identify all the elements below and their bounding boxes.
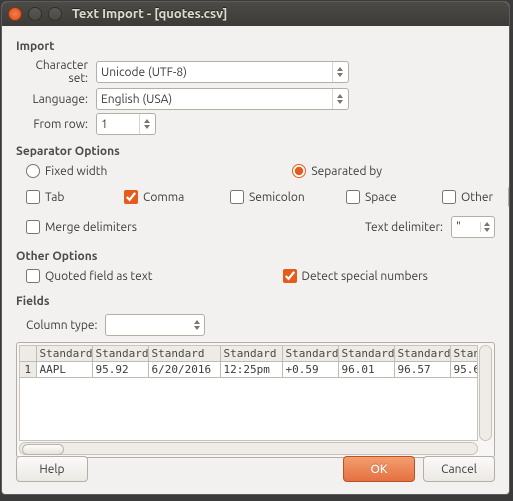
cell[interactable]: 96.01	[338, 362, 394, 378]
semicolon-checkbox-input[interactable]	[230, 190, 244, 204]
preview-panel: Standard Standard Standard Standard Stan…	[16, 342, 495, 458]
merge-checkbox[interactable]: Merge delimiters	[26, 220, 137, 234]
separated-by-radio-input[interactable]	[292, 164, 306, 178]
dialog-footer: Help OK Cancel	[2, 446, 509, 494]
cell[interactable]: AAPL	[36, 362, 92, 378]
table-header-row: Standard Standard Standard Standard Stan…	[20, 346, 478, 362]
language-value: English (USA)	[101, 93, 332, 106]
window-title: Text Import - [quotes.csv]	[72, 7, 227, 21]
coltype-label: Column type:	[26, 319, 97, 332]
semicolon-checkbox[interactable]: Semicolon	[230, 190, 340, 204]
cancel-button-label: Cancel	[441, 463, 477, 476]
dialog-content: Import Character set: Unicode (UTF-8) La…	[2, 26, 509, 468]
language-combo[interactable]: English (USA)	[96, 88, 349, 110]
textdelim-value: "	[456, 221, 461, 234]
help-button[interactable]: Help	[16, 456, 88, 482]
separated-by-label: Separated by	[311, 165, 382, 178]
coltype-combo[interactable]	[105, 314, 205, 336]
preview-table: Standard Standard Standard Standard Stan…	[20, 346, 478, 378]
col-header[interactable]: Standard	[450, 346, 478, 362]
merge-label: Merge delimiters	[45, 221, 137, 234]
col-header[interactable]: Standard	[220, 346, 282, 362]
fixed-width-radio-input[interactable]	[26, 164, 40, 178]
fixed-width-label: Fixed width	[45, 165, 107, 178]
charset-value: Unicode (UTF-8)	[101, 66, 332, 79]
tab-checkbox[interactable]: Tab	[26, 190, 118, 204]
col-header[interactable]: Standard	[338, 346, 394, 362]
col-header[interactable]: Standard	[394, 346, 450, 362]
tab-label: Tab	[45, 191, 64, 204]
close-icon[interactable]	[8, 7, 22, 21]
space-label: Space	[365, 191, 397, 204]
col-header[interactable]: Standard	[148, 346, 220, 362]
space-checkbox[interactable]: Space	[346, 190, 436, 204]
chevron-updown-icon	[332, 62, 344, 82]
charset-combo[interactable]: Unicode (UTF-8)	[96, 61, 349, 83]
fields-heading: Fields	[16, 295, 495, 308]
comma-checkbox-input[interactable]	[124, 190, 138, 204]
separator-heading: Separator Options	[16, 145, 495, 158]
detect-label: Detect special numbers	[302, 270, 428, 283]
fixed-width-radio[interactable]: Fixed width	[26, 164, 107, 178]
dialog-window: Text Import - [quotes.csv] Import Charac…	[1, 1, 510, 495]
maximize-icon[interactable]	[48, 7, 62, 21]
fromrow-value: 1	[101, 118, 139, 131]
import-heading: Import	[16, 40, 495, 53]
col-header[interactable]: Standard	[282, 346, 338, 362]
chevron-updown-icon	[194, 320, 200, 330]
space-checkbox-input[interactable]	[346, 190, 360, 204]
other-checkbox-input[interactable]	[442, 190, 456, 204]
textdelim-label: Text delimiter:	[365, 221, 443, 234]
comma-label: Comma	[143, 191, 184, 204]
vertical-scrollbar[interactable]	[479, 345, 492, 441]
tab-checkbox-input[interactable]	[26, 190, 40, 204]
title-bar[interactable]: Text Import - [quotes.csv]	[2, 2, 509, 26]
ok-button[interactable]: OK	[343, 456, 415, 482]
other-checkbox[interactable]: Other	[442, 190, 502, 204]
detect-checkbox[interactable]: Detect special numbers	[283, 269, 428, 283]
other-input[interactable]	[508, 186, 510, 208]
other-label: Other	[461, 191, 493, 204]
detect-checkbox-input[interactable]	[283, 269, 297, 283]
minimize-icon[interactable]	[28, 7, 42, 21]
cell[interactable]: 6/20/2016	[148, 362, 220, 378]
language-label: Language:	[16, 93, 96, 106]
semicolon-label: Semicolon	[249, 191, 305, 204]
quoted-checkbox-input[interactable]	[26, 269, 40, 283]
cell[interactable]: 12:25pm	[220, 362, 282, 378]
fromrow-label: From row:	[16, 118, 96, 131]
table-row: 1 AAPL 95.92 6/20/2016 12:25pm +0.59 96.…	[20, 362, 478, 378]
separated-by-radio[interactable]: Separated by	[292, 164, 382, 178]
merge-checkbox-input[interactable]	[26, 220, 40, 234]
spinner-arrows-icon	[139, 114, 151, 134]
charset-label: Character set:	[16, 59, 96, 85]
quoted-checkbox[interactable]: Quoted field as text	[26, 269, 153, 283]
col-header[interactable]: Standard	[92, 346, 148, 362]
preview-table-wrap[interactable]: Standard Standard Standard Standard Stan…	[19, 345, 478, 441]
col-header[interactable]: Standard	[36, 346, 92, 362]
chevron-updown-icon	[332, 89, 344, 109]
ok-button-label: OK	[371, 463, 388, 476]
row-number: 1	[20, 362, 36, 378]
cell[interactable]: +0.59	[282, 362, 338, 378]
textdelim-combo[interactable]: "	[451, 216, 495, 238]
other-heading: Other Options	[16, 250, 495, 263]
quoted-label: Quoted field as text	[45, 270, 153, 283]
cell[interactable]: 95.62	[450, 362, 478, 378]
chevron-updown-icon	[480, 222, 490, 232]
cell[interactable]: 95.92	[92, 362, 148, 378]
cell[interactable]: 96.57	[394, 362, 450, 378]
help-button-label: Help	[39, 463, 64, 476]
fromrow-spinner[interactable]: 1	[96, 113, 156, 135]
comma-checkbox[interactable]: Comma	[124, 190, 224, 204]
cancel-button[interactable]: Cancel	[423, 456, 495, 482]
